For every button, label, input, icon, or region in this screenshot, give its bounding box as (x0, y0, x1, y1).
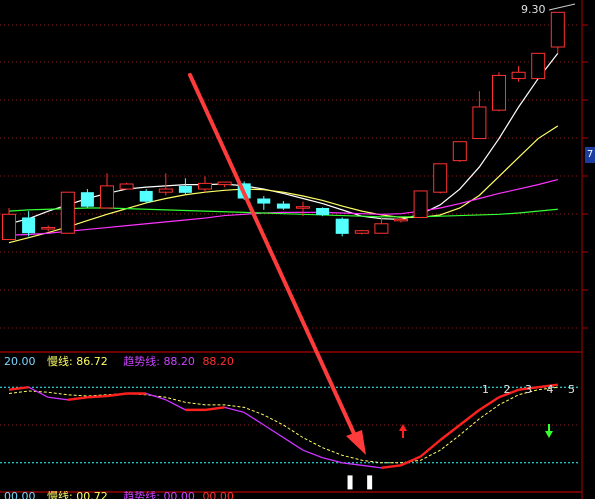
signal-number-1: 1 (482, 383, 489, 396)
kd-trend-segment (106, 392, 127, 398)
candle-body (158, 188, 173, 193)
kd-trend-segment (419, 439, 441, 458)
fragment-d: 趋势线: (123, 491, 160, 499)
candle-body (296, 206, 310, 209)
fragment-c: 00.72 (76, 491, 108, 499)
candle-body (374, 223, 389, 234)
kd-trend-segment (263, 424, 284, 439)
ma-line-mid (8, 125, 559, 244)
candle-body (41, 227, 56, 230)
price-label: 9.30 (521, 3, 546, 16)
signal-number-3: 3 (525, 383, 532, 396)
kd-trend-segment (67, 396, 88, 401)
kd-trend-segment (478, 396, 500, 411)
stock-chart (0, 0, 588, 499)
fragment-b: 慢线: (47, 491, 73, 499)
fragment-e: 00.00 (163, 491, 195, 499)
fragment-f: 00.00 (202, 491, 234, 499)
kd-trend-segment (381, 464, 402, 470)
candle-body (22, 217, 36, 234)
kd-slow-line (8, 386, 558, 464)
candle-body (60, 191, 75, 234)
kd-trend-segment (302, 449, 323, 459)
indicator-legend: 20.00 慢线: 86.72 趋势线: 88.20 88.20 (4, 353, 234, 369)
kd-trend-segment (165, 399, 186, 411)
right-axis-label: 7 (585, 147, 595, 163)
candle-body (472, 106, 487, 140)
pointer-arrow-head (346, 430, 366, 455)
candle-body (139, 190, 153, 202)
fragment-a: 00.00 (4, 491, 36, 499)
kd-trend-segment (459, 408, 481, 426)
signal-number-4: 4 (546, 383, 554, 396)
signal-numbers: 1 2 3 4 5 (482, 383, 575, 396)
candle-body (433, 163, 448, 193)
kd-trend-segment (322, 457, 343, 464)
candle-body (413, 190, 428, 218)
candle-body (335, 218, 349, 234)
candle-body (511, 71, 526, 80)
red-value: 88.20 (202, 355, 234, 368)
candle-body (531, 52, 546, 80)
sell-signal-arrow (545, 424, 553, 438)
kd-trend-segment (87, 394, 108, 399)
trend-value: 88.20 (163, 355, 195, 368)
kd-trend-segment (204, 406, 225, 412)
kd-trend-segment (361, 464, 382, 469)
candle-body (316, 207, 330, 215)
candle-body (492, 74, 506, 111)
candle-body (276, 203, 290, 209)
candle-body (2, 213, 16, 241)
kd-trend-segment (439, 424, 461, 442)
candle-body (217, 181, 232, 186)
kd-trend-segment (283, 437, 304, 451)
kd-trend-segment (243, 411, 265, 426)
kd-trend-segment (8, 386, 29, 391)
kd-trend-segment (146, 392, 166, 401)
candle-body (100, 185, 114, 209)
trend-label: 趋势线: (123, 355, 160, 368)
pointer-arrow-shaft (188, 73, 358, 440)
kd-trend-segment (224, 406, 245, 414)
candle-body (394, 218, 408, 222)
candle-body (452, 141, 467, 162)
candle-body (178, 185, 192, 193)
chart-stage: 9.30 7 20.00 慢线: 86.72 趋势线: 88.20 88.20 … (0, 0, 595, 499)
signal-number-2: 2 (503, 383, 511, 396)
signal-number-5: 5 (568, 383, 575, 396)
candle-body (550, 11, 565, 48)
bottom-fragment: 00.00 慢线: 00.72 趋势线: 00.00 00.00 (4, 491, 234, 499)
price-marker-line (548, 3, 576, 11)
signal-bar (347, 475, 353, 490)
candle-body (80, 192, 94, 207)
candle-body (198, 182, 212, 190)
candle-body (119, 183, 134, 190)
candle-body (354, 230, 369, 234)
fast-value: 20.00 (4, 355, 36, 368)
slow-label: 慢线: (47, 355, 73, 368)
buy-signal-arrow (399, 424, 407, 438)
slow-value: 86.72 (76, 355, 108, 368)
candle-body (257, 198, 271, 204)
signal-bar (367, 475, 373, 490)
kd-trend-segment (48, 396, 68, 401)
